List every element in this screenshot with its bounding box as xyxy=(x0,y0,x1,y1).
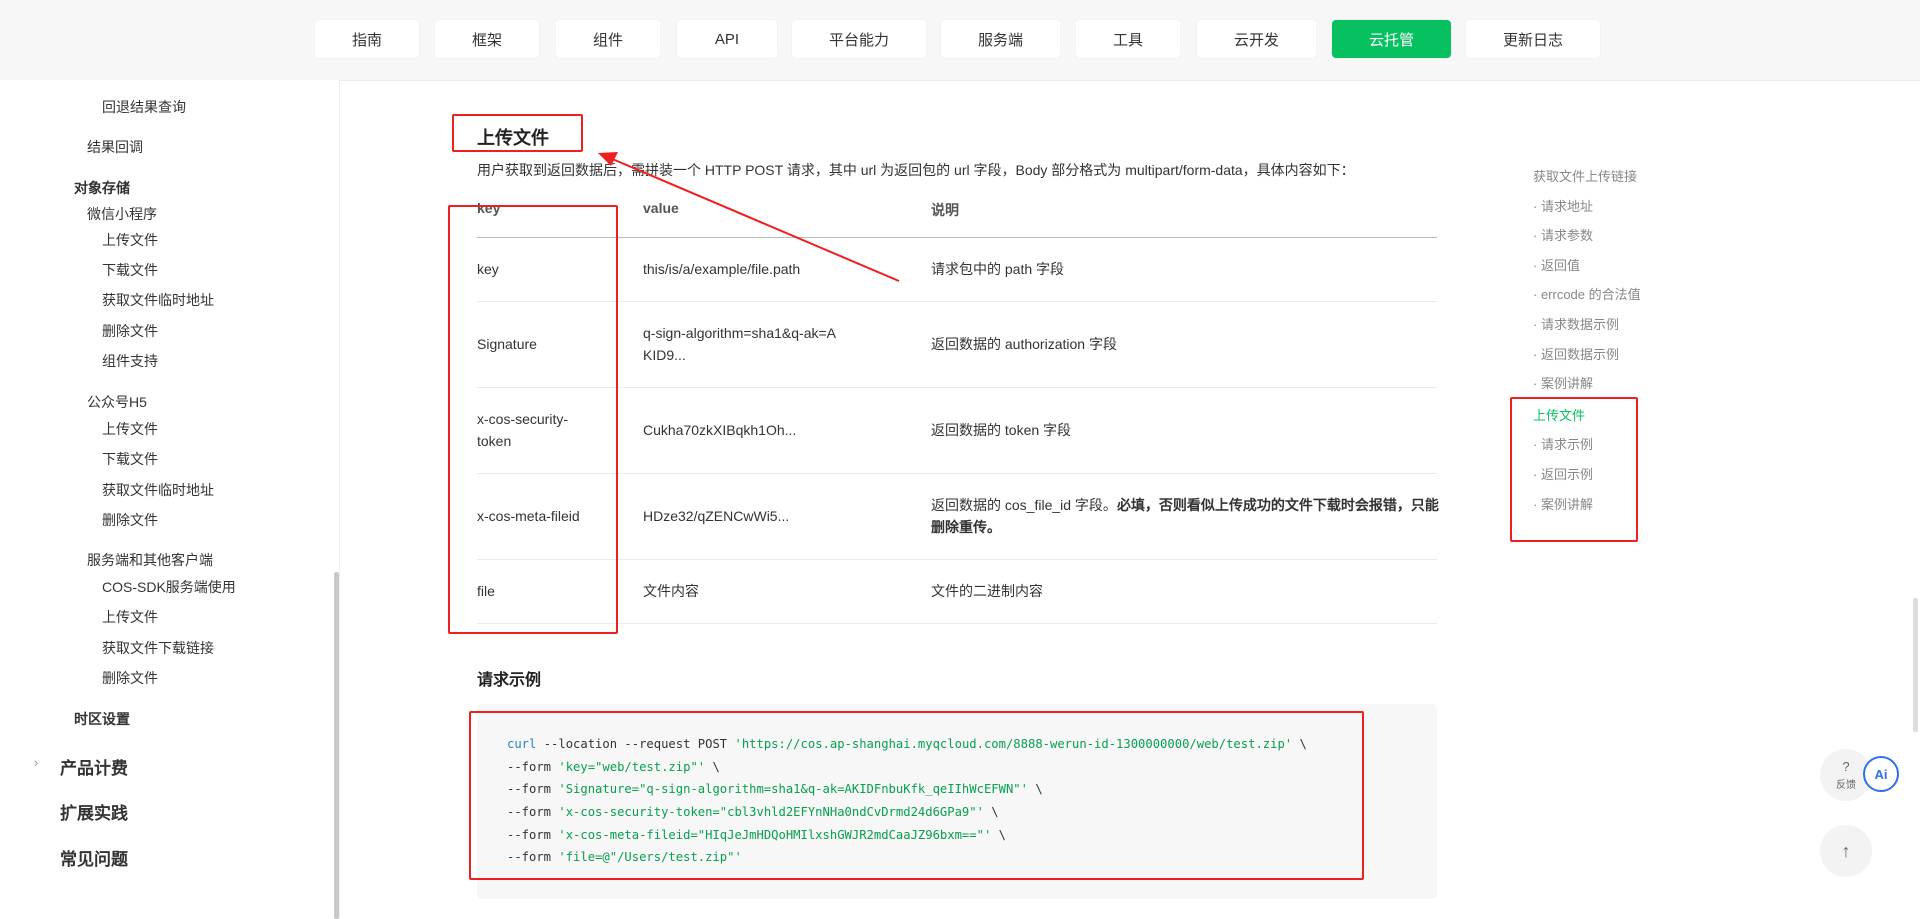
annotation-arrow xyxy=(598,152,900,282)
arrow-line xyxy=(609,157,900,282)
arrow-head-icon xyxy=(598,152,618,166)
